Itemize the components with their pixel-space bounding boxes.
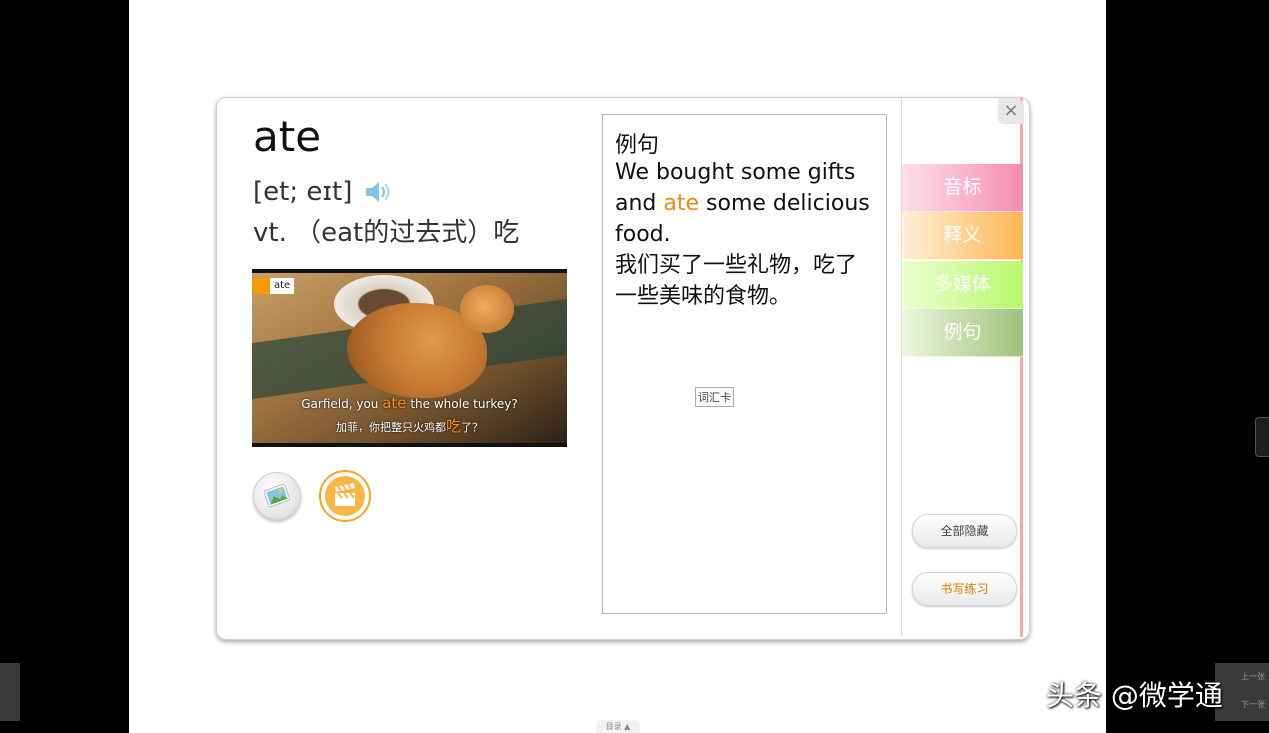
picture-button[interactable] (253, 472, 301, 520)
tab-phonetic[interactable]: 音标 (902, 164, 1023, 212)
subtitle-zh: 加菲，你把整只火鸡都吃了？ (335, 417, 483, 435)
clapperboard-icon (325, 476, 365, 516)
speaker-icon[interactable] (364, 180, 392, 204)
page-nav: 上一张 下一张 (1215, 663, 1269, 721)
toc-toggle[interactable]: 目录 ▲ (596, 720, 640, 733)
prev-page-button[interactable]: 上一张 (1241, 671, 1265, 682)
hide-all-button[interactable]: 全部隐藏 (912, 514, 1017, 548)
word-card: ate [et; eɪt] vt. （eat的过去式）吃 ate Garfiel… (216, 97, 1030, 640)
close-icon[interactable]: × (998, 98, 1024, 124)
headword: ate (253, 112, 322, 161)
side-drawer-handle[interactable] (1255, 417, 1269, 457)
example-sentence-zh: 我们买了一些礼物，吃了一些美味的食物。 (615, 253, 858, 309)
example-title: 例句 (615, 133, 660, 158)
tab-multimedia[interactable]: 多媒体 (902, 261, 1023, 309)
tab-definition[interactable]: 释义 (902, 212, 1023, 260)
example-sentence-en: We bought some gifts and ate some delici… (615, 160, 870, 247)
video-clip[interactable]: ate Garfield, you ate the whole turkey? … (252, 269, 567, 447)
writing-practice-button[interactable]: 书写练习 (912, 572, 1017, 606)
vocab-card-button[interactable]: 词汇卡 (695, 387, 734, 407)
video-button[interactable] (319, 470, 371, 522)
video-word-tag: ate (252, 278, 295, 294)
phonetic-row: [et; eɪt] (253, 176, 392, 208)
next-page-button[interactable]: 下一张 (1241, 699, 1265, 710)
example-panel: 例句 We bought some gifts and ate some del… (602, 114, 887, 614)
sidebar: × 音标 释义 多媒体 例句 全部隐藏 书写练习 (901, 98, 1024, 637)
tab-example[interactable]: 例句 (902, 309, 1023, 357)
watermark: 头条 @微学通 (1046, 679, 1223, 712)
subtitle-en: Garfield, you ate the whole turkey? (301, 394, 518, 412)
left-nav-button[interactable] (0, 663, 20, 721)
phonetic-text: [et; eɪt] (253, 177, 353, 207)
picture-icon (263, 483, 291, 508)
definition: vt. （eat的过去式）吃 (253, 218, 520, 248)
